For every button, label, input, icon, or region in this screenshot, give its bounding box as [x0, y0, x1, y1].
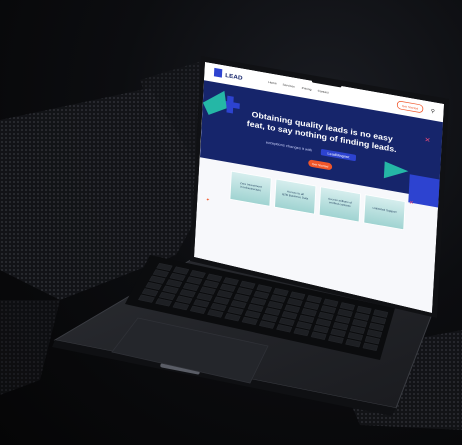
perforated-surface-bottom-left	[0, 300, 60, 395]
sparkle-icon: ✦	[206, 197, 210, 202]
cross-small-icon: ✕	[409, 200, 414, 206]
cross-icon: ✕	[424, 137, 430, 145]
logo-icon	[213, 67, 223, 78]
laptop-scene: LEAD Home Services Pricing Contact Get S…	[0, 56, 462, 430]
scene: LEAD Home Services Pricing Contact Get S…	[0, 0, 462, 445]
user-icon[interactable]: ⚲	[431, 109, 436, 115]
